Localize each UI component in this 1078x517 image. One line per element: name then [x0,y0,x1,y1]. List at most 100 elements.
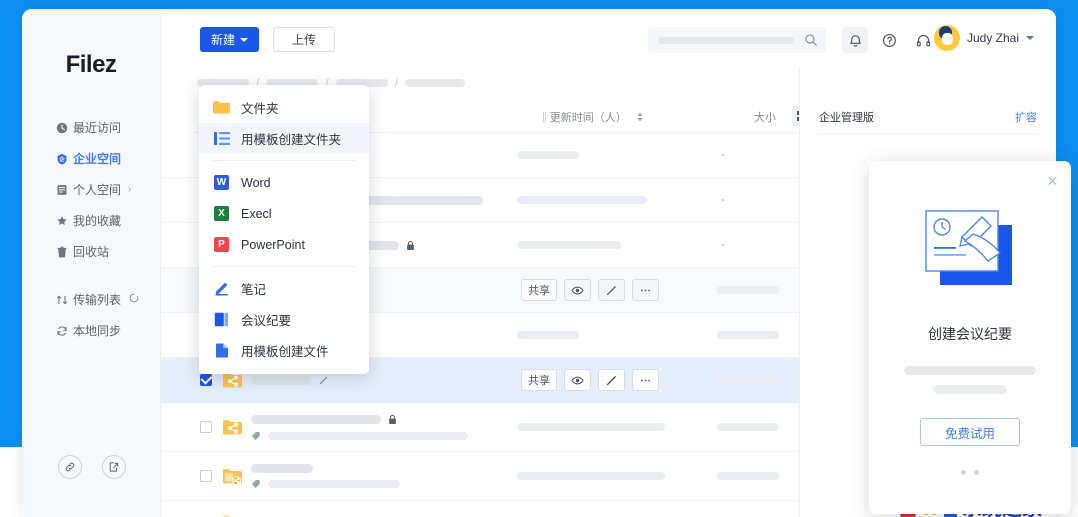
sidebar-item-transfer-list[interactable]: 传输列表 [22,284,160,315]
search-input[interactable] [648,27,826,53]
menu-divider [213,160,355,161]
row-time [517,151,579,159]
nav-divider-gap [22,267,160,284]
powerpoint-badge: P [214,237,229,252]
word-badge: W [214,175,229,190]
menu-item-powerpoint[interactable]: P PowerPoint [199,229,369,260]
template-folder-icon [213,130,230,147]
column-header-size[interactable]: 大小 [754,109,776,125]
share-button[interactable]: 共享 [521,279,557,301]
bell-icon[interactable] [842,27,868,53]
row-time [517,331,579,339]
menu-item-file-from-template[interactable]: 用模板创建文件 [199,335,369,366]
menu-item-folder[interactable]: 文件夹 [199,92,369,123]
row-size [717,331,779,339]
sidebar-bottom-buttons [22,455,161,479]
top-bar: 新建 上传 Judy Zhai [161,9,1056,67]
personal-space-icon [56,184,73,196]
table-row[interactable] [161,403,799,452]
promo-title: 创建会议纪要 [928,326,1012,342]
more-button[interactable] [632,369,659,391]
carousel-dot[interactable] [974,470,979,475]
column-resize-handle[interactable]: || [542,111,547,123]
chevron-down-icon [240,37,249,42]
menu-divider [213,266,355,267]
chevron-right-icon[interactable]: › [128,184,131,195]
sidebar-item-label: 最近访问 [73,121,122,135]
sort-toggle-icon[interactable] [636,112,644,122]
menu-item-label: Execl [241,206,272,221]
new-button[interactable]: 新建 [200,27,260,52]
row-actions: 共享 [521,369,659,391]
close-icon[interactable]: ✕ [1046,173,1059,189]
shared-folder-icon [223,419,242,436]
user-menu[interactable]: Judy Zhai [933,25,1034,51]
breadcrumb-item[interactable] [405,79,466,87]
preview-button[interactable] [564,369,591,391]
row-name [251,375,329,386]
link-icon[interactable] [57,455,82,479]
headset-icon[interactable] [910,27,936,53]
upload-button[interactable]: 上传 [273,27,335,52]
table-row[interactable] [161,501,799,517]
excel-badge: X [214,206,229,221]
edit-button[interactable] [598,279,625,301]
spinner-icon [129,293,139,306]
carousel-dot[interactable] [961,470,966,475]
menu-item-folder-from-template[interactable]: 用模板创建文件夹 [199,123,369,154]
sidebar-item-label: 传输列表 [73,293,122,307]
app-logo: Filez [65,51,117,78]
avatar [933,25,960,51]
preview-button[interactable] [564,279,591,301]
menu-item-note[interactable]: 笔记 [199,273,369,304]
column-header-time[interactable]: || 更新时间（人） [542,109,644,125]
note-pencil-icon [213,280,230,297]
menu-item-label: Word [241,175,271,190]
promo-description-line-1 [904,366,1036,375]
help-icon[interactable] [876,27,902,53]
sidebar-item-personal[interactable]: 个人空间 › [22,174,160,205]
folder-link-icon [223,468,242,485]
row-size [717,472,779,480]
free-trial-button[interactable]: 免费试用 [920,418,1020,446]
folder-icon [213,99,230,116]
menu-item-excel[interactable]: X Execl [199,198,369,229]
edit-button[interactable] [598,369,625,391]
shared-folder-icon [223,372,242,389]
user-name: Judy Zhai [966,31,1019,45]
column-header-time-label: 更新时间（人） [549,112,627,124]
menu-item-label: PowerPoint [241,237,305,252]
meeting-notes-illustration [918,203,1023,291]
share-button[interactable]: 共享 [521,369,557,391]
menu-item-word[interactable]: W Word [199,167,369,198]
sidebar-item-recent[interactable]: 最近访问 [22,112,160,143]
menu-item-label: 用模板创建文件夹 [241,133,342,147]
search-icon[interactable] [804,33,818,47]
header-icon-group [842,27,936,53]
table-row[interactable] [161,452,799,501]
row-actions: 共享 [521,279,659,301]
pencil-icon[interactable] [318,375,329,386]
menu-item-label: 用模板创建文件 [241,345,329,359]
sidebar-item-favorites[interactable]: 我的收藏 [22,205,160,236]
expand-storage-link[interactable]: 扩容 [1015,109,1037,125]
sidebar-item-label: 企业空间 [73,152,122,166]
sidebar-item-local-sync[interactable]: 本地同步 [22,315,160,346]
row-time [517,196,647,204]
clock-icon [56,122,73,134]
row-checkbox[interactable] [200,374,212,386]
row-time [517,472,665,480]
chevron-down-icon[interactable] [1026,36,1034,40]
menu-item-meeting-minutes[interactable]: 会议纪要 [199,304,369,335]
menu-item-label: 文件夹 [241,102,279,116]
sidebar-nav: 最近访问 企 企业空间 个人空间 › 我的收藏 回收站 传输列表 本地同步 [22,112,160,346]
row-checkbox[interactable] [200,421,212,433]
sidebar-item-trash[interactable]: 回收站 [22,236,160,267]
more-button[interactable] [632,279,659,301]
lock-icon [406,240,415,251]
template-file-icon [213,342,230,359]
export-icon[interactable] [101,455,126,479]
sidebar-item-enterprise[interactable]: 企 企业空间 [22,143,160,174]
new-button-label: 新建 [211,33,236,47]
row-checkbox[interactable] [200,470,212,482]
